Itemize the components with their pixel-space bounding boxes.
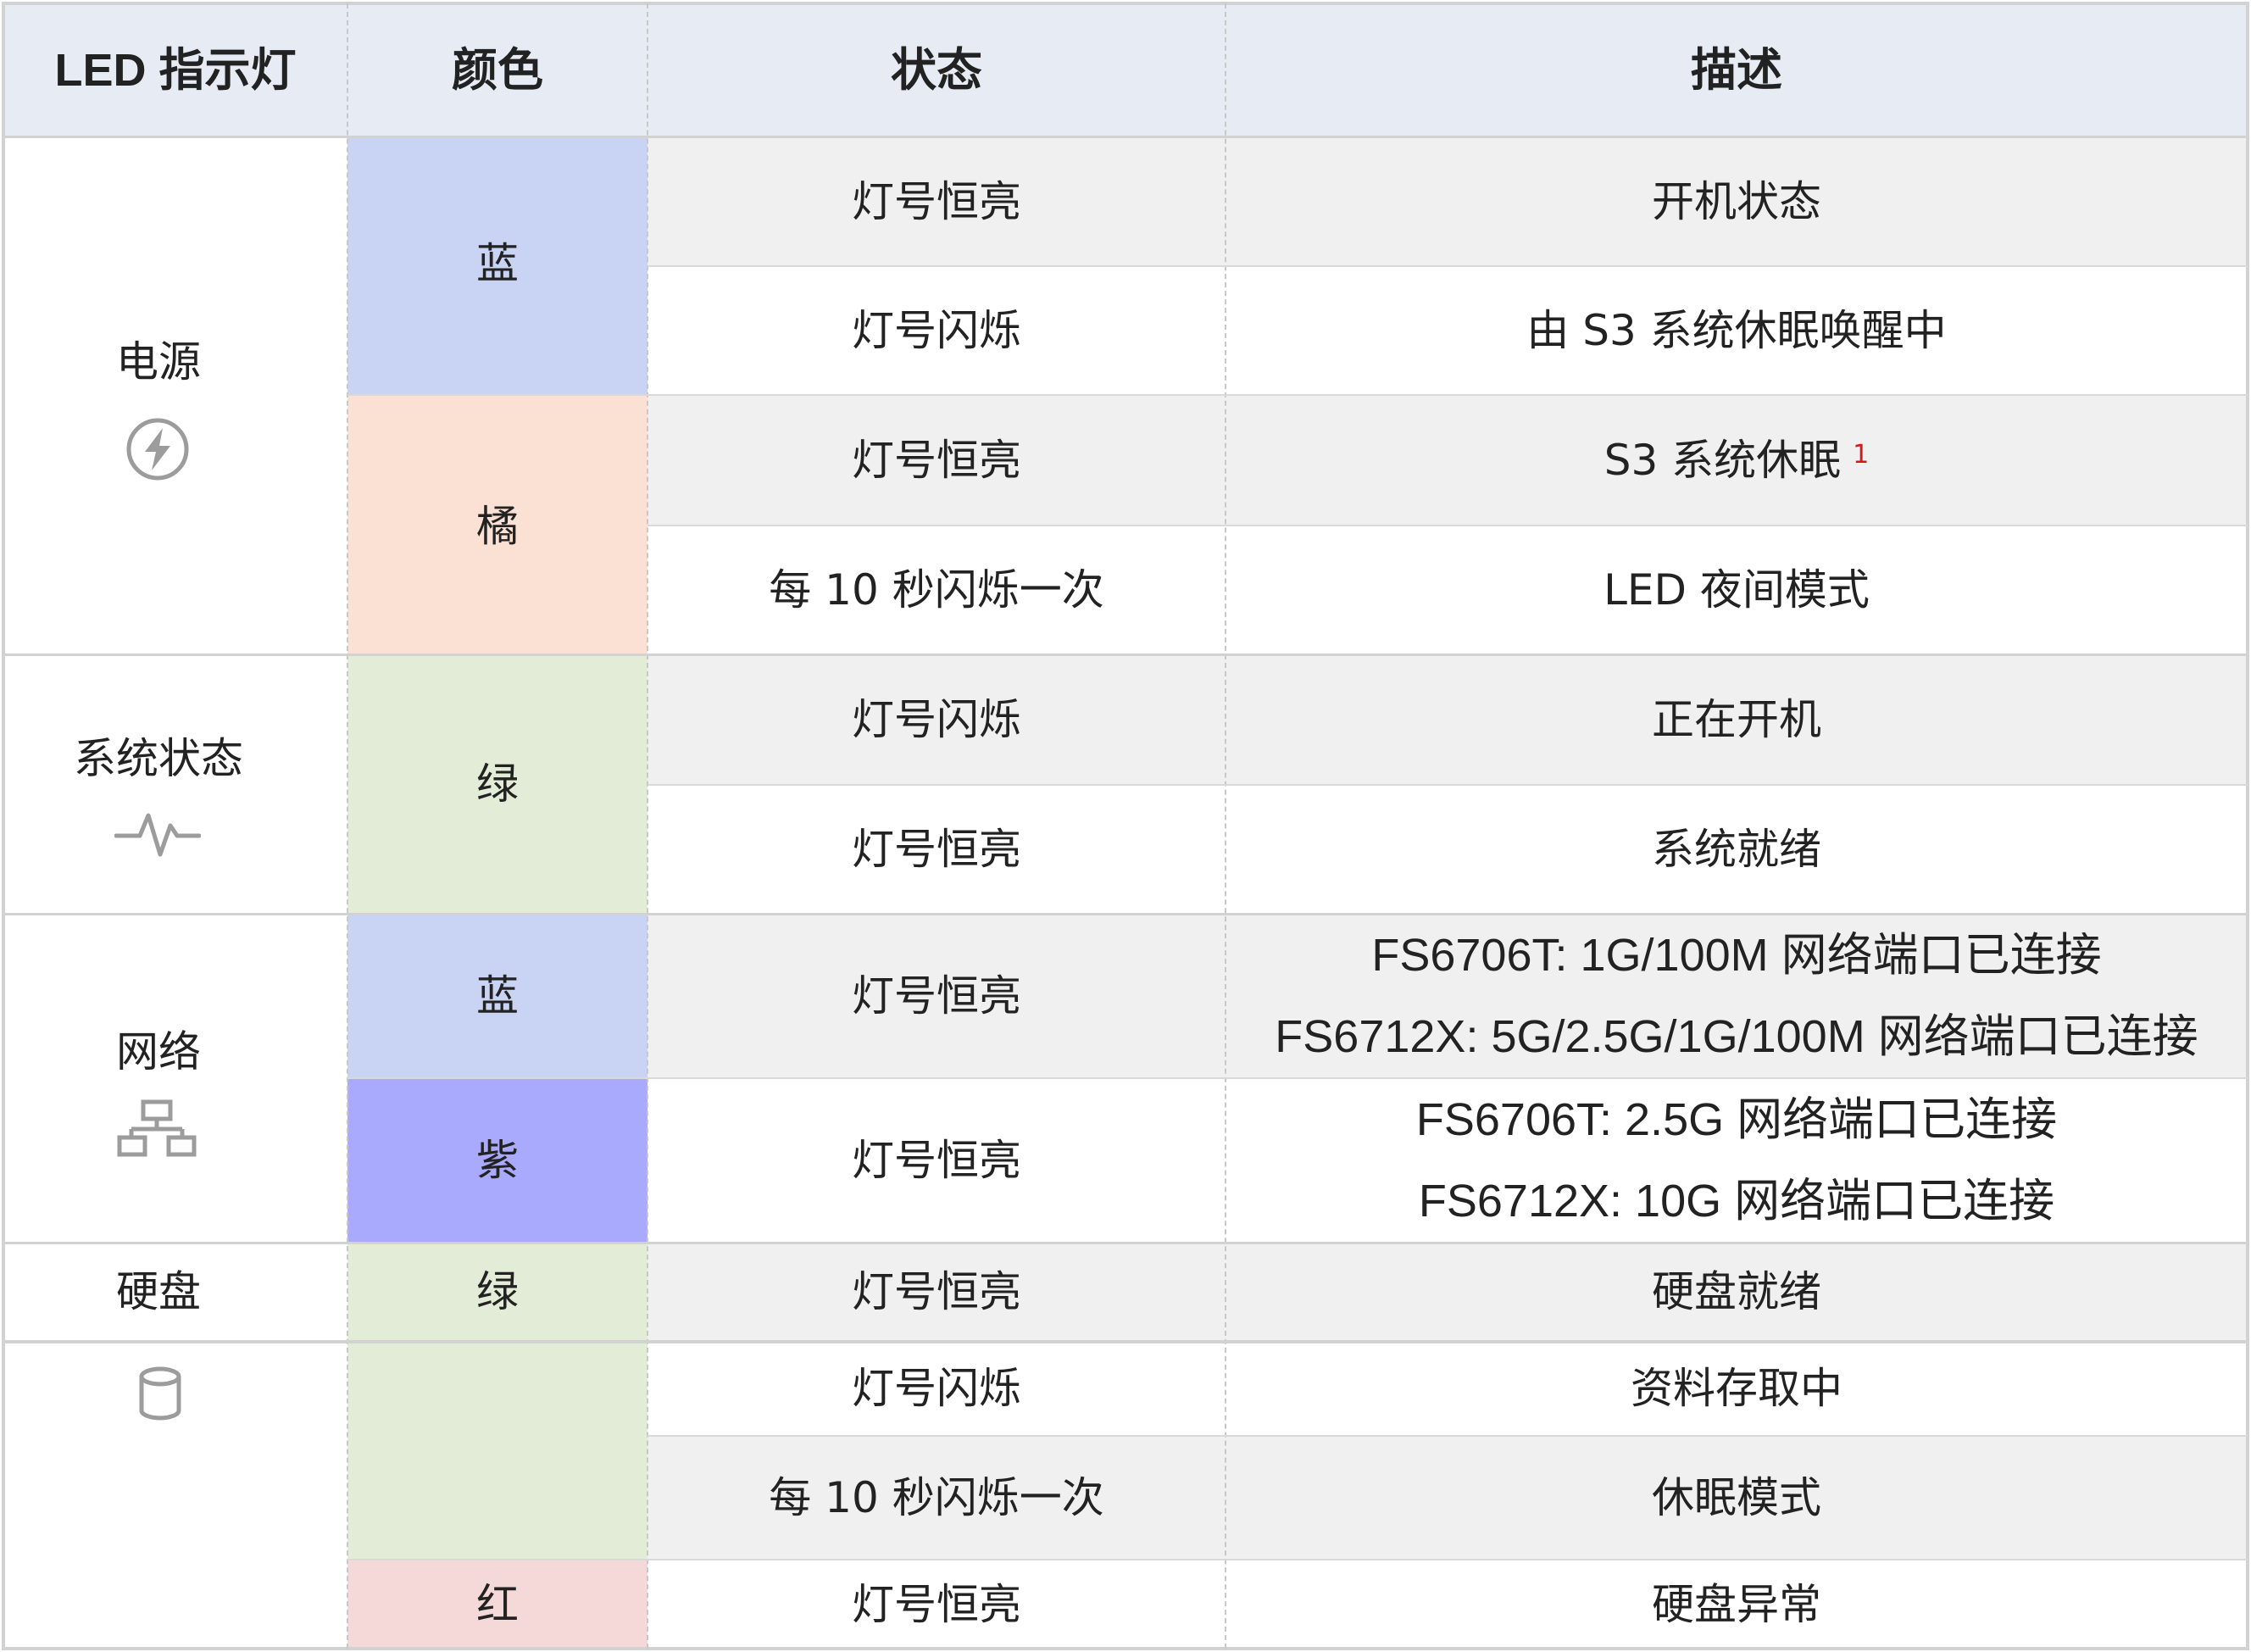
group-divider (3, 654, 2248, 656)
group-divider (3, 913, 2248, 915)
row-divider (648, 265, 2248, 267)
led-indicator-table: LED 指示灯 颜色 状态 描述 蓝 橘 绿 蓝 紫 绿 红 电源 系统状态 网… (0, 0, 2251, 1652)
row-divider (347, 1559, 2248, 1560)
header-divider (3, 136, 2248, 138)
column-divider (647, 3, 648, 1649)
table-border (2, 2, 2249, 1650)
group-divider (3, 1340, 2248, 1343)
column-divider (347, 3, 348, 1649)
row-divider (648, 784, 2248, 786)
row-divider (648, 525, 2248, 526)
column-divider (1225, 3, 1226, 1649)
row-divider (347, 1077, 2248, 1079)
row-divider (347, 394, 2248, 396)
group-divider (3, 1242, 2248, 1244)
row-divider (648, 1435, 2248, 1437)
